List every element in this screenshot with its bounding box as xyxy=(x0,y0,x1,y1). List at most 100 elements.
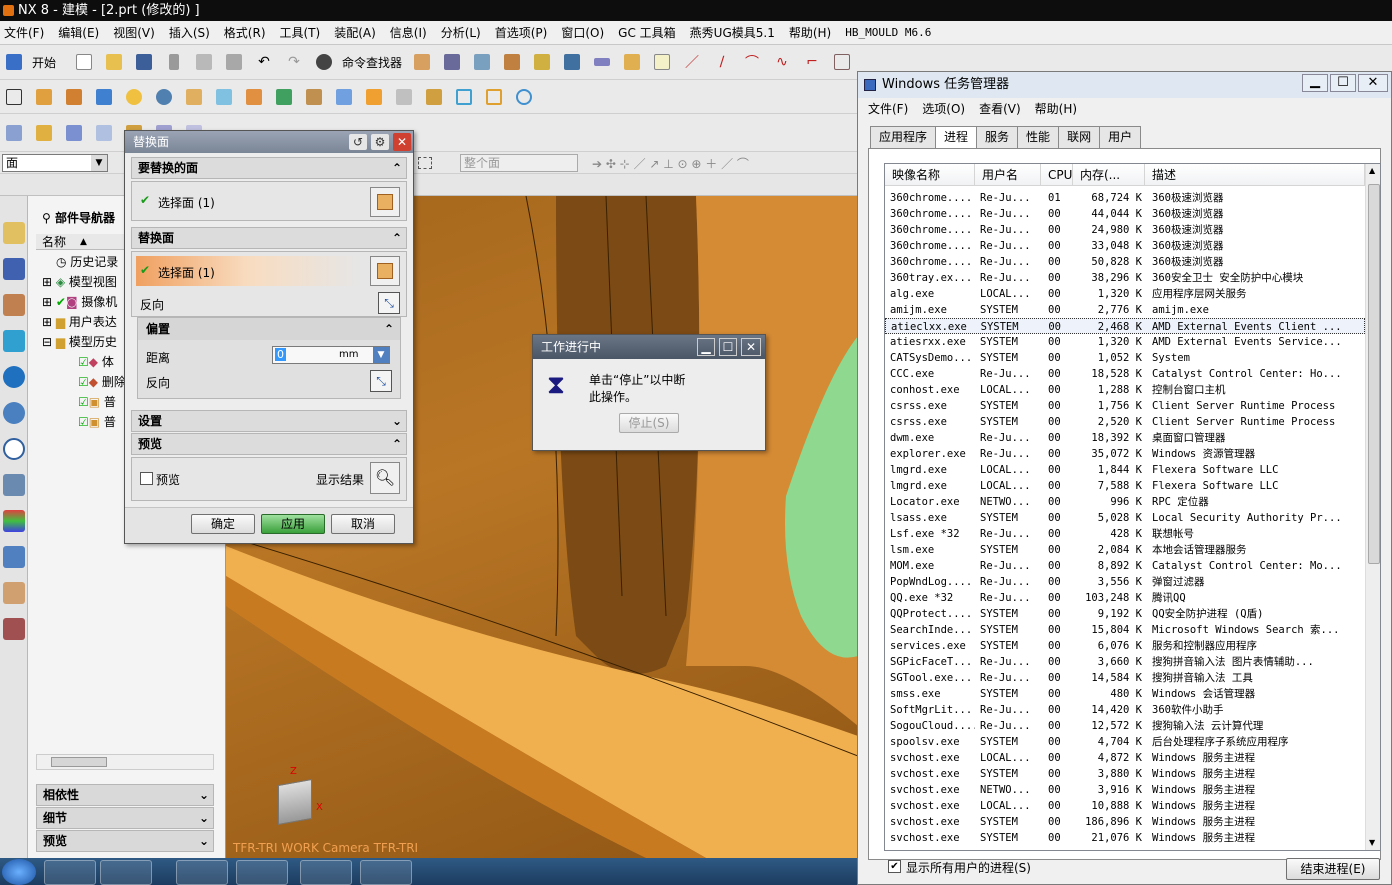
nav-item-cameras[interactable]: ⊞ ✔◙ 摄像机 xyxy=(42,292,117,312)
menu-yanxiu[interactable]: 燕秀UG模具5.1 xyxy=(690,24,775,41)
palette-icon[interactable] xyxy=(3,510,25,532)
process-row[interactable]: lsass.exe SYSTEM 00 5,028 K Local Security A… xyxy=(885,510,1365,526)
pattern-icon[interactable] xyxy=(272,85,296,109)
col-cpu[interactable]: CPU xyxy=(1041,164,1073,185)
history-icon[interactable] xyxy=(3,402,25,424)
minimize-icon[interactable]: ▁ xyxy=(697,338,715,356)
section-faces-to-replace[interactable]: 要替换的面 ⌃ xyxy=(131,157,407,179)
tool-icon[interactable] xyxy=(440,50,464,74)
blend-icon[interactable] xyxy=(332,85,356,109)
process-row[interactable]: dwm.exe Re-Ju... 00 18,392 K 桌面窗口管理器 xyxy=(885,430,1365,446)
clock-icon[interactable] xyxy=(3,438,25,460)
col-description[interactable]: 描述 xyxy=(1145,164,1365,185)
menu-insert[interactable]: 插入(S) xyxy=(169,24,210,41)
process-row[interactable]: MOM.exe Re-Ju... 00 8,892 K Catalyst Control… xyxy=(885,558,1365,574)
process-row[interactable]: atiesrxx.exe SYSTEM 00 1,320 K AMD External … xyxy=(885,334,1365,350)
reverse-button-1[interactable]: ⤡ xyxy=(378,292,400,314)
menu-assembly[interactable]: 装配(A) xyxy=(334,24,376,41)
motion-icon[interactable] xyxy=(560,50,584,74)
start-orb-icon[interactable] xyxy=(2,859,36,885)
cut-icon[interactable] xyxy=(162,50,186,74)
nav-item-body[interactable]: ☑◆ 体 xyxy=(78,352,114,372)
ruler-icon[interactable] xyxy=(590,50,614,74)
process-row[interactable]: smss.exe SYSTEM 00 480 K Windows 会话管理器 xyxy=(885,686,1365,702)
process-row[interactable]: 360chrome.... Re-Ju... 00 33,048 K 360极速浏览器 xyxy=(885,238,1365,254)
minimize-icon[interactable]: ▁ xyxy=(1302,74,1328,92)
process-row[interactable]: 360chrome.... Re-Ju... 01 68,724 K 360极速浏览器 xyxy=(885,190,1365,206)
process-row[interactable]: explorer.exe Re-Ju... 00 35,072 K Windows 资源… xyxy=(885,446,1365,462)
cancel-button[interactable]: 取消 xyxy=(331,514,395,534)
process-row[interactable]: svchost.exe SYSTEM 00 186,896 K Windows 服务主进… xyxy=(885,814,1365,830)
process-row[interactable]: SearchInde... SYSTEM 00 15,804 K Microsoft W… xyxy=(885,622,1365,638)
layer-icon[interactable] xyxy=(470,50,494,74)
triad-icon[interactable] xyxy=(278,779,312,825)
stop-button[interactable]: 停止(S) xyxy=(619,413,679,433)
unite-icon[interactable] xyxy=(302,85,326,109)
scroll-up-icon[interactable]: ▲ xyxy=(1369,166,1375,175)
active-selection-row[interactable]: ✔ 选择面 (1) xyxy=(136,256,360,286)
line-icon[interactable]: ／ xyxy=(680,50,704,74)
tab-processes[interactable]: 进程 xyxy=(935,126,978,149)
pencil-icon[interactable] xyxy=(620,50,644,74)
taskbar-browser-icon[interactable] xyxy=(44,860,96,885)
copy-icon[interactable] xyxy=(192,50,216,74)
process-row[interactable]: svchost.exe SYSTEM 00 21,076 K Windows 服务主进程 xyxy=(885,830,1365,846)
process-row[interactable]: 360tray.ex... Re-Ju... 00 38,296 K 360安全卫士 安… xyxy=(885,270,1365,286)
end-process-button[interactable]: 结束进程(E) xyxy=(1286,858,1380,880)
command-finder-button[interactable]: 命令查找器 xyxy=(342,54,402,71)
process-row[interactable]: amijm.exe SYSTEM 00 2,776 K amijm.exe xyxy=(885,302,1365,318)
process-row[interactable]: csrss.exe SYSTEM 00 2,520 K Client Server Ru… xyxy=(885,414,1365,430)
process-row[interactable]: 360chrome.... Re-Ju... 00 24,980 K 360极速浏览器 xyxy=(885,222,1365,238)
process-row[interactable]: alg.exe LOCAL... 00 1,320 K 应用程序层网关服务 xyxy=(885,286,1365,302)
section-preview[interactable]: 预览 ⌄ xyxy=(36,830,214,852)
process-row[interactable]: atieclxx.exe SYSTEM 00 2,468 K AMD External … xyxy=(885,318,1365,334)
tab-users[interactable]: 用户 xyxy=(1099,126,1142,148)
process-row[interactable]: 360chrome.... Re-Ju... 00 44,044 K 360极速浏览器 xyxy=(885,206,1365,222)
boss-icon[interactable] xyxy=(212,85,236,109)
show-result-button[interactable]: 🔍︎ xyxy=(370,462,400,494)
pad-icon[interactable] xyxy=(242,85,266,109)
ok-button[interactable]: 确定 xyxy=(191,514,255,534)
expand-icon[interactable]: ⊞ xyxy=(42,295,56,309)
menu-hb-mould[interactable]: HB_MOULD M6.6 xyxy=(845,26,931,39)
col-name[interactable]: 名称 xyxy=(42,234,66,250)
block-icon[interactable] xyxy=(92,85,116,109)
grid-icon[interactable] xyxy=(830,50,854,74)
tm-menu-view[interactable]: 查看(V) xyxy=(979,98,1021,120)
nav-item-feature-2[interactable]: ☑▣ 普 xyxy=(78,412,116,432)
taskbar-nx-icon[interactable] xyxy=(236,860,288,885)
process-row[interactable]: QQProtect.... SYSTEM 00 9,192 K QQ安全防护进程 (Q盾… xyxy=(885,606,1365,622)
process-studio-icon[interactable] xyxy=(3,546,25,568)
section-dependencies[interactable]: 相依性 ⌄ xyxy=(36,784,214,806)
taskbar-app-icon[interactable] xyxy=(176,860,228,885)
section-preview[interactable]: 预览 ⌃ xyxy=(131,433,407,455)
process-row[interactable]: 360chrome.... Re-Ju... 00 50,828 K 360极速浏览器 xyxy=(885,254,1365,270)
part-icon[interactable] xyxy=(410,50,434,74)
process-row[interactable]: svchost.exe LOCAL... 00 4,872 K Windows 服务主进… xyxy=(885,750,1365,766)
process-row[interactable]: SGTool.exe... Re-Ju... 00 14,584 K 搜狗拼音输入法 工… xyxy=(885,670,1365,686)
scroll-thumb[interactable] xyxy=(1368,184,1380,564)
dialog-titlebar[interactable]: 替换面 ↺ ⚙ ✕ xyxy=(125,131,413,153)
checkbox-icon[interactable]: ☑ xyxy=(78,415,89,429)
tm-menu-help[interactable]: 帮助(H) xyxy=(1035,98,1077,120)
process-row[interactable]: PopWndLog.... Re-Ju... 00 3,556 K 弹窗过滤器 xyxy=(885,574,1365,590)
process-row[interactable]: SogouCloud.... Re-Ju... 00 12,572 K 搜狗输入法 云计… xyxy=(885,718,1365,734)
tab-networking[interactable]: 联网 xyxy=(1058,126,1101,148)
reuse-library-icon[interactable] xyxy=(3,330,25,352)
process-row[interactable]: Locator.exe NETWO... 00 996 K RPC 定位器 xyxy=(885,494,1365,510)
col-user-name[interactable]: 用户名 xyxy=(975,164,1041,185)
close-icon[interactable]: ✕ xyxy=(393,133,411,151)
menu-help[interactable]: 帮助(H) xyxy=(789,24,831,41)
process-row[interactable]: QQ.exe *32 Re-Ju... 00 103,248 K 腾讯QQ xyxy=(885,590,1365,606)
select-rect-icon[interactable] xyxy=(418,157,432,169)
tm-menu-options[interactable]: 选项(O) xyxy=(922,98,965,120)
nav-item-model-views[interactable]: ⊞ ◈ 模型视图 xyxy=(42,272,117,292)
reset-icon[interactable]: ↺ xyxy=(349,134,367,150)
start-button[interactable]: 开始 xyxy=(32,54,56,71)
vertical-scrollbar[interactable]: ▲ ▼ xyxy=(1365,164,1380,850)
select-face-1-label[interactable]: 选择面 (1) xyxy=(158,194,215,211)
section-replacement-face[interactable]: 替换面 ⌃ xyxy=(131,227,407,249)
tm-menu-file[interactable]: 文件(F) xyxy=(868,98,908,120)
close-icon[interactable]: ✕ xyxy=(1358,74,1388,92)
scope-filter-dropdown[interactable]: 整个面 xyxy=(460,154,578,172)
